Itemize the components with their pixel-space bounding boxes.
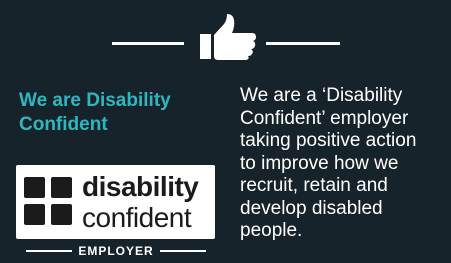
description-line: We are a ‘Disability: [240, 85, 403, 106]
logo-square-icon: [24, 177, 45, 198]
logo-square-icon: [24, 204, 45, 225]
header-divider: [112, 14, 340, 60]
thumbs-up-icon: [200, 14, 256, 60]
logo-employer-band: EMPLOYER: [16, 239, 215, 263]
divider-line-left: [112, 42, 184, 45]
disability-confident-logo: disability confident EMPLOYER: [16, 165, 215, 263]
section-title-line: Confident: [19, 114, 108, 135]
description-line: people.: [240, 220, 303, 241]
description-line: Confident’ employer: [240, 107, 409, 129]
employer-label: EMPLOYER: [78, 244, 154, 258]
logo-word-confident: confident: [82, 202, 192, 233]
logo-squares-icon: [24, 175, 76, 229]
description-line: taking positive action: [240, 130, 417, 151]
logo-word-disability: disability: [82, 171, 199, 202]
logo-panel: disability confident: [16, 165, 215, 239]
description-text: We are a ‘Disability Confident’ employer…: [240, 85, 445, 243]
logo-square-icon: [51, 177, 72, 198]
employer-rule-left: [26, 250, 72, 252]
description-line: to improve how we: [240, 152, 399, 174]
description-line: develop disabled: [240, 197, 383, 219]
section-title: We are Disability Confident: [19, 89, 219, 137]
logo-square-icon: [51, 204, 72, 225]
divider-line-right: [266, 42, 340, 45]
section-title-line: We are Disability: [19, 90, 171, 111]
description-line: recruit, retain and: [240, 175, 388, 196]
employer-rule-right: [160, 250, 206, 252]
